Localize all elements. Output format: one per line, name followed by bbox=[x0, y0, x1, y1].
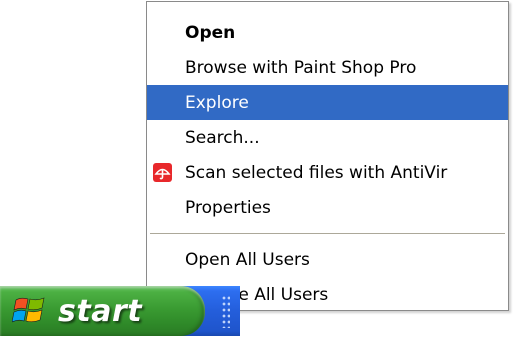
start-button-label: start bbox=[58, 293, 143, 329]
menu-item-explore[interactable]: Explore bbox=[147, 85, 508, 120]
taskbar-grip-handle[interactable] bbox=[222, 296, 230, 328]
windows-flag-icon bbox=[12, 297, 45, 323]
menu-item-browse-paint-shop-pro[interactable]: Browse with Paint Shop Pro bbox=[147, 50, 508, 85]
menu-item-label: Open All Users bbox=[185, 249, 310, 270]
menu-item-label: Browse with Paint Shop Pro bbox=[185, 57, 417, 78]
menu-item-label: Scan selected files with AntiVir bbox=[185, 162, 448, 183]
menu-item-label: Search... bbox=[185, 127, 260, 148]
antivir-umbrella-icon bbox=[153, 163, 172, 182]
desktop: Open Browse with Paint Shop Pro Explore … bbox=[0, 0, 520, 350]
menu-item-scan-antivir[interactable]: Scan selected files with AntiVir bbox=[147, 155, 508, 190]
menu-item-label: Explore bbox=[185, 92, 249, 113]
start-button[interactable]: start bbox=[0, 286, 205, 336]
start-context-menu: Open Browse with Paint Shop Pro Explore … bbox=[146, 1, 509, 311]
menu-item-label: Properties bbox=[185, 197, 271, 218]
menu-separator bbox=[150, 233, 505, 234]
menu-item-open[interactable]: Open bbox=[147, 15, 508, 50]
menu-item-open-all-users[interactable]: Open All Users bbox=[147, 242, 508, 277]
menu-item-label: Open bbox=[185, 22, 236, 43]
menu-item-properties[interactable]: Properties bbox=[147, 190, 508, 225]
menu-item-search[interactable]: Search... bbox=[147, 120, 508, 155]
